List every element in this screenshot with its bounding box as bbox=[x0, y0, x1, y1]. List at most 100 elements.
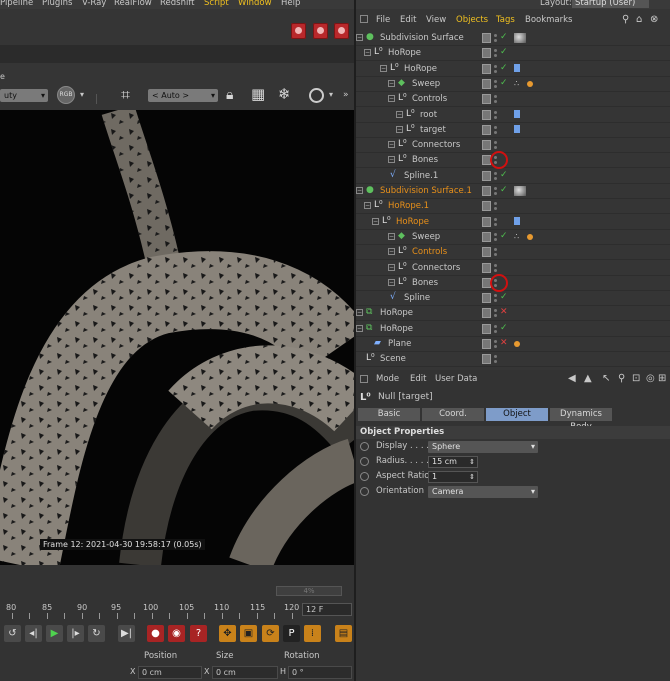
layer-visibility-icon[interactable] bbox=[482, 33, 491, 43]
visibility-dots-icon[interactable] bbox=[494, 94, 497, 104]
layer-visibility-icon[interactable] bbox=[482, 201, 491, 212]
zoom-mode-dropdown[interactable]: < Auto > bbox=[148, 89, 218, 102]
material-tag-icon[interactable] bbox=[514, 33, 526, 43]
next-key-icon[interactable]: |▸ bbox=[67, 625, 84, 642]
timeline-ruler[interactable]: 80 85 90 95 100 105 110 115 120 bbox=[0, 599, 300, 619]
enabled-check-icon[interactable]: ✓ bbox=[500, 323, 508, 333]
layer-visibility-icon[interactable] bbox=[482, 186, 491, 196]
expand-toggle-icon[interactable]: − bbox=[388, 248, 395, 256]
visibility-dots-icon[interactable] bbox=[494, 354, 497, 364]
layer-visibility-icon[interactable] bbox=[482, 170, 491, 181]
menu-pipeline[interactable]: Pipeline bbox=[0, 0, 33, 8]
visibility-dots-icon[interactable] bbox=[494, 125, 497, 135]
previous-key-icon[interactable]: ◂| bbox=[25, 625, 42, 642]
autokey-icon[interactable]: ◉ bbox=[168, 625, 185, 642]
visibility-dots-icon[interactable] bbox=[494, 217, 497, 227]
tree-row[interactable]: − L⁰ HoRope ✓ bbox=[356, 62, 670, 77]
display-dropdown[interactable]: Sphere bbox=[428, 441, 538, 453]
expand-toggle-icon[interactable]: − bbox=[388, 263, 395, 271]
visibility-dots-icon[interactable] bbox=[494, 263, 497, 273]
filter-icon[interactable]: ⊗ bbox=[650, 14, 658, 25]
tree-row[interactable]: − L⁰ Controls bbox=[356, 245, 670, 261]
position-key-icon[interactable]: ✥ bbox=[219, 625, 236, 642]
position-x-field[interactable]: 0 cm bbox=[138, 666, 202, 679]
rotation-key-icon[interactable]: ⟳ bbox=[262, 625, 279, 642]
menu-vray[interactable]: V-Ray bbox=[82, 0, 106, 8]
go-to-end-icon[interactable]: ↻ bbox=[88, 625, 105, 642]
tree-row[interactable]: − ◆ Sweep ✓ ∴ bbox=[356, 77, 670, 92]
pla-key-icon[interactable]: ⁞ bbox=[304, 625, 321, 642]
ik-tag-icon[interactable] bbox=[514, 63, 520, 72]
expand-toggle-icon[interactable]: − bbox=[396, 125, 403, 133]
tree-row[interactable]: L⁰ Scene bbox=[356, 352, 670, 368]
go-to-last-frame-icon[interactable]: ▶| bbox=[118, 625, 135, 642]
aspect-ratio-field[interactable]: 1 bbox=[428, 471, 478, 483]
keyframe-selection-icon[interactable]: ? bbox=[190, 625, 207, 642]
menu-help[interactable]: Help bbox=[281, 0, 300, 8]
layer-visibility-icon[interactable] bbox=[482, 339, 491, 349]
layout-dropdown[interactable]: Startup (User) bbox=[572, 0, 650, 8]
expand-toggle-icon[interactable]: − bbox=[356, 324, 363, 332]
layer-visibility-icon[interactable] bbox=[482, 140, 491, 151]
visibility-dots-icon[interactable] bbox=[494, 308, 497, 318]
layer-visibility-icon[interactable] bbox=[482, 293, 491, 304]
constraint-tag-icon[interactable] bbox=[527, 233, 533, 240]
constraint-tag-icon[interactable] bbox=[527, 80, 533, 87]
material-tag-icon[interactable] bbox=[514, 186, 526, 196]
animation-radio[interactable] bbox=[360, 487, 369, 496]
tree-row[interactable]: − L⁰ Controls bbox=[356, 92, 670, 108]
layer-visibility-icon[interactable] bbox=[482, 109, 491, 120]
render-picture-viewer-button[interactable] bbox=[313, 23, 328, 39]
tree-row[interactable]: √ Spline ✓ bbox=[356, 291, 670, 307]
new-panel-icon[interactable]: ⊞ bbox=[658, 373, 666, 384]
tree-row[interactable]: − ● Subdivision Surface.1 ✓ bbox=[356, 184, 670, 199]
om-menu-objects[interactable]: Objects bbox=[456, 15, 488, 25]
layer-visibility-icon[interactable] bbox=[482, 262, 491, 273]
chevron-down-icon[interactable]: ▾ bbox=[80, 90, 84, 99]
layer-visibility-icon[interactable] bbox=[482, 247, 491, 258]
visibility-dots-icon[interactable] bbox=[494, 186, 497, 196]
rotation-h-field[interactable]: 0 ° bbox=[288, 666, 352, 679]
menu-redshift[interactable]: Redshift bbox=[160, 0, 195, 8]
tab-dynamics-body[interactable]: Dynamics Body bbox=[550, 408, 612, 432]
layer-visibility-icon[interactable] bbox=[482, 231, 491, 242]
tree-row[interactable]: − L⁰ Bones bbox=[356, 153, 670, 169]
visibility-dots-icon[interactable] bbox=[494, 64, 497, 74]
more-icon[interactable]: » bbox=[343, 90, 349, 100]
expand-toggle-icon[interactable]: − bbox=[388, 95, 395, 103]
snowflake-icon[interactable]: ❄ bbox=[278, 87, 291, 102]
frame-rate-field[interactable]: 12 F bbox=[302, 603, 352, 616]
expand-toggle-icon[interactable]: − bbox=[388, 156, 395, 164]
expand-toggle-icon[interactable]: − bbox=[388, 232, 395, 240]
circle-region-icon[interactable] bbox=[309, 88, 324, 103]
render-viewport[interactable]: Frame 12: 2021-04-30 19:58:17 (0.05s) bbox=[0, 110, 354, 565]
render-view-button[interactable] bbox=[291, 23, 306, 39]
layer-visibility-icon[interactable] bbox=[482, 78, 491, 89]
visibility-dots-icon[interactable] bbox=[494, 247, 497, 257]
xpresso-tag-icon[interactable]: ∴ bbox=[514, 79, 524, 89]
tree-row[interactable]: − ● Subdivision Surface ✓ bbox=[356, 31, 670, 46]
expand-toggle-icon[interactable]: − bbox=[364, 202, 371, 210]
expand-toggle-icon[interactable]: − bbox=[356, 309, 363, 317]
layer-visibility-icon[interactable] bbox=[482, 323, 491, 334]
layer-visibility-icon[interactable] bbox=[482, 354, 491, 365]
ik-tag-icon[interactable] bbox=[514, 109, 520, 118]
visibility-dots-icon[interactable] bbox=[494, 110, 497, 120]
back-arrow-icon[interactable]: ◀ bbox=[568, 373, 576, 384]
om-menu-bookmarks[interactable]: Bookmarks bbox=[525, 15, 573, 25]
enabled-check-icon[interactable]: ✓ bbox=[500, 32, 508, 42]
lock-icon[interactable]: 🔒︎ bbox=[226, 88, 233, 102]
animation-radio[interactable] bbox=[360, 442, 369, 451]
visibility-dots-icon[interactable] bbox=[494, 201, 497, 211]
crop-icon[interactable]: ⌗ bbox=[121, 87, 130, 103]
tree-row[interactable]: − L⁰ root bbox=[356, 108, 670, 123]
disabled-cross-icon[interactable]: ✕ bbox=[500, 307, 508, 317]
tree-row[interactable]: √ Spline.1 ✓ bbox=[356, 169, 670, 184]
menu-window[interactable]: Window bbox=[238, 0, 272, 8]
om-menu-edit[interactable]: Edit bbox=[400, 15, 416, 25]
pointer-icon[interactable]: ↖ bbox=[602, 373, 610, 384]
enabled-check-icon[interactable]: ✓ bbox=[500, 63, 508, 73]
ik-tag-icon[interactable] bbox=[514, 216, 520, 225]
layer-visibility-icon[interactable] bbox=[482, 124, 491, 135]
disabled-cross-icon[interactable]: ✕ bbox=[500, 338, 508, 348]
